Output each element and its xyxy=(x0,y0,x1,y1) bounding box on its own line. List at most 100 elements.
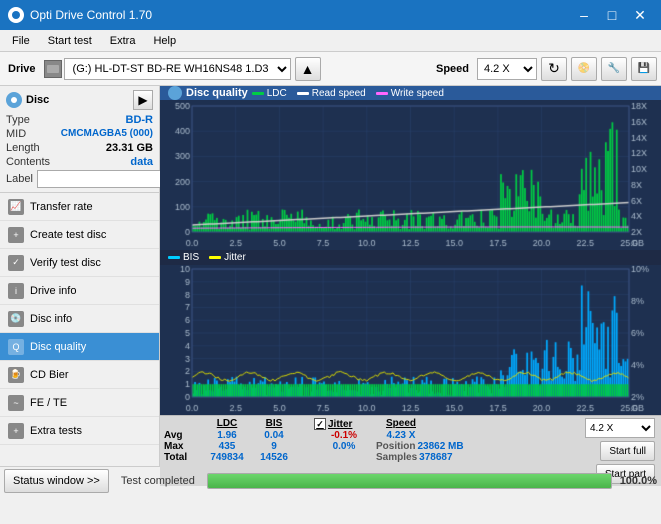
max-jitter: 0.0% xyxy=(314,441,374,452)
status-percent: 100.0% xyxy=(616,475,661,487)
disc-panel-expand[interactable]: ▶ xyxy=(133,90,153,110)
sidebar-item-transfer-rate[interactable]: 📈 Transfer rate xyxy=(0,193,159,221)
extra-tests-icon: + xyxy=(8,423,24,439)
transfer-rate-icon: 📈 xyxy=(8,199,24,215)
toolbar-btn2[interactable]: 🔧 xyxy=(601,57,627,81)
total-label: Total xyxy=(164,452,200,463)
avg-bis: 0.04 xyxy=(254,430,294,441)
stats-bis-header: BIS xyxy=(254,418,294,430)
close-button[interactable]: ✕ xyxy=(627,4,653,26)
window-controls: – □ ✕ xyxy=(571,4,653,26)
avg-ldc: 1.96 xyxy=(202,430,252,441)
drive-label: Drive xyxy=(4,63,40,75)
legend-bis: BIS xyxy=(168,252,199,263)
status-window-button[interactable]: Status window >> xyxy=(4,469,109,493)
disc-panel-icon xyxy=(6,92,22,108)
sidebar-item-disc-info[interactable]: 💿 Disc info xyxy=(0,305,159,333)
verify-test-disc-label: Verify test disc xyxy=(30,257,101,269)
drive-select[interactable]: (G:) HL-DT-ST BD-RE WH16NS48 1.D3 xyxy=(64,58,291,80)
chart-title: Disc quality xyxy=(186,87,248,99)
chart1-canvas xyxy=(160,100,661,250)
speed-select[interactable]: 4.2 X xyxy=(477,58,537,80)
position-val: 23862 MB xyxy=(417,441,463,452)
legend-jitter: Jitter xyxy=(209,252,246,263)
nav-items: 📈 Transfer rate + Create test disc ✓ Ver… xyxy=(0,193,159,445)
chart2-canvas xyxy=(160,265,661,415)
extra-tests-label: Extra tests xyxy=(30,425,82,437)
writespeed-legend-label: Write speed xyxy=(391,88,444,99)
legend: LDC Read speed Write speed xyxy=(252,88,444,99)
ldc-legend-color xyxy=(252,92,264,95)
samples-label: Samples xyxy=(376,452,417,463)
menu-file[interactable]: File xyxy=(4,33,38,49)
sidebar-item-drive-info[interactable]: i Drive info xyxy=(0,277,159,305)
legend-writespeed: Write speed xyxy=(376,88,444,99)
speed-dropdown-stats[interactable]: 4.2 X xyxy=(585,418,655,438)
main-layout: Disc ▶ Type BD-R MID CMCMAGBA5 (000) Len… xyxy=(0,86,661,466)
chart2-wrapper xyxy=(160,265,661,415)
sidebar: Disc ▶ Type BD-R MID CMCMAGBA5 (000) Len… xyxy=(0,86,160,466)
cd-bier-icon: 🍺 xyxy=(8,367,24,383)
menu-help[interactable]: Help xyxy=(145,33,184,49)
readspeed-legend-color xyxy=(297,92,309,95)
create-test-disc-icon: + xyxy=(8,227,24,243)
drive-eject-button[interactable]: ▲ xyxy=(295,57,321,81)
stats-speed-header: Speed xyxy=(376,418,426,430)
ldc-legend-label: LDC xyxy=(267,88,287,99)
sidebar-item-fe-te[interactable]: ~ FE / TE xyxy=(0,389,159,417)
drive-icon xyxy=(44,60,62,78)
menu-start-test[interactable]: Start test xyxy=(40,33,100,49)
mid-label: MID xyxy=(6,128,26,140)
speed-val: 4.23 X xyxy=(376,430,426,441)
stats-ldc-header: LDC xyxy=(202,418,252,430)
right-panel: Disc quality LDC Read speed Write speed xyxy=(160,86,661,466)
label-input[interactable] xyxy=(37,170,175,188)
contents-label: Contents xyxy=(6,156,50,168)
chart-header: Disc quality LDC Read speed Write speed xyxy=(160,86,661,100)
stats-table: LDC BIS ✓ Jitter Speed Avg 1.96 0.04 xyxy=(164,418,581,463)
sidebar-item-disc-quality[interactable]: Q Disc quality xyxy=(0,333,159,361)
toolbar-save-button[interactable]: 💾 xyxy=(631,57,657,81)
progress-bar xyxy=(208,474,611,488)
menu-extra[interactable]: Extra xyxy=(102,33,144,49)
charts-area: BIS Jitter xyxy=(160,100,661,415)
max-bis: 9 xyxy=(254,441,294,452)
fe-te-label: FE / TE xyxy=(30,397,67,409)
speed-label: Speed xyxy=(432,63,473,75)
toolbar-btn1[interactable]: 📀 xyxy=(571,57,597,81)
toolbar: Drive (G:) HL-DT-ST BD-RE WH16NS48 1.D3 … xyxy=(0,52,661,86)
sidebar-item-extra-tests[interactable]: + Extra tests xyxy=(0,417,159,445)
type-value: BD-R xyxy=(126,114,154,126)
total-ldc: 749834 xyxy=(202,452,252,463)
sidebar-item-create-test-disc[interactable]: + Create test disc xyxy=(0,221,159,249)
label-label: Label xyxy=(6,173,33,185)
stats-jitter-header: Jitter xyxy=(328,419,352,430)
app-icon xyxy=(8,7,24,23)
progress-container xyxy=(207,473,612,489)
start-full-button[interactable]: Start full xyxy=(600,441,655,461)
speed-refresh-button[interactable]: ↻ xyxy=(541,57,567,81)
title-bar: Opti Drive Control 1.70 – □ ✕ xyxy=(0,0,661,30)
status-text: Test completed xyxy=(113,475,203,487)
minimize-button[interactable]: – xyxy=(571,4,597,26)
writespeed-legend-color xyxy=(376,92,388,95)
disc-panel: Disc ▶ Type BD-R MID CMCMAGBA5 (000) Len… xyxy=(0,86,159,193)
verify-test-disc-icon: ✓ xyxy=(8,255,24,271)
total-bis: 14526 xyxy=(254,452,294,463)
sidebar-item-cd-bier[interactable]: 🍺 CD Bier xyxy=(0,361,159,389)
type-label: Type xyxy=(6,114,30,126)
window-title: Opti Drive Control 1.70 xyxy=(30,8,152,22)
disc-panel-title: Disc xyxy=(26,94,49,106)
readspeed-legend-label: Read speed xyxy=(312,88,366,99)
maximize-button[interactable]: □ xyxy=(599,4,625,26)
jitter-checkbox[interactable]: ✓ xyxy=(314,418,326,430)
disc-info-label: Disc info xyxy=(30,313,72,325)
drive-info-icon: i xyxy=(8,283,24,299)
chart2-legend: BIS Jitter xyxy=(160,250,661,265)
bis-legend-label: BIS xyxy=(183,252,199,263)
contents-value: data xyxy=(130,156,153,168)
transfer-rate-label: Transfer rate xyxy=(30,201,93,213)
avg-jitter: -0.1% xyxy=(314,430,374,441)
sidebar-item-verify-test-disc[interactable]: ✓ Verify test disc xyxy=(0,249,159,277)
bis-legend-color xyxy=(168,256,180,259)
